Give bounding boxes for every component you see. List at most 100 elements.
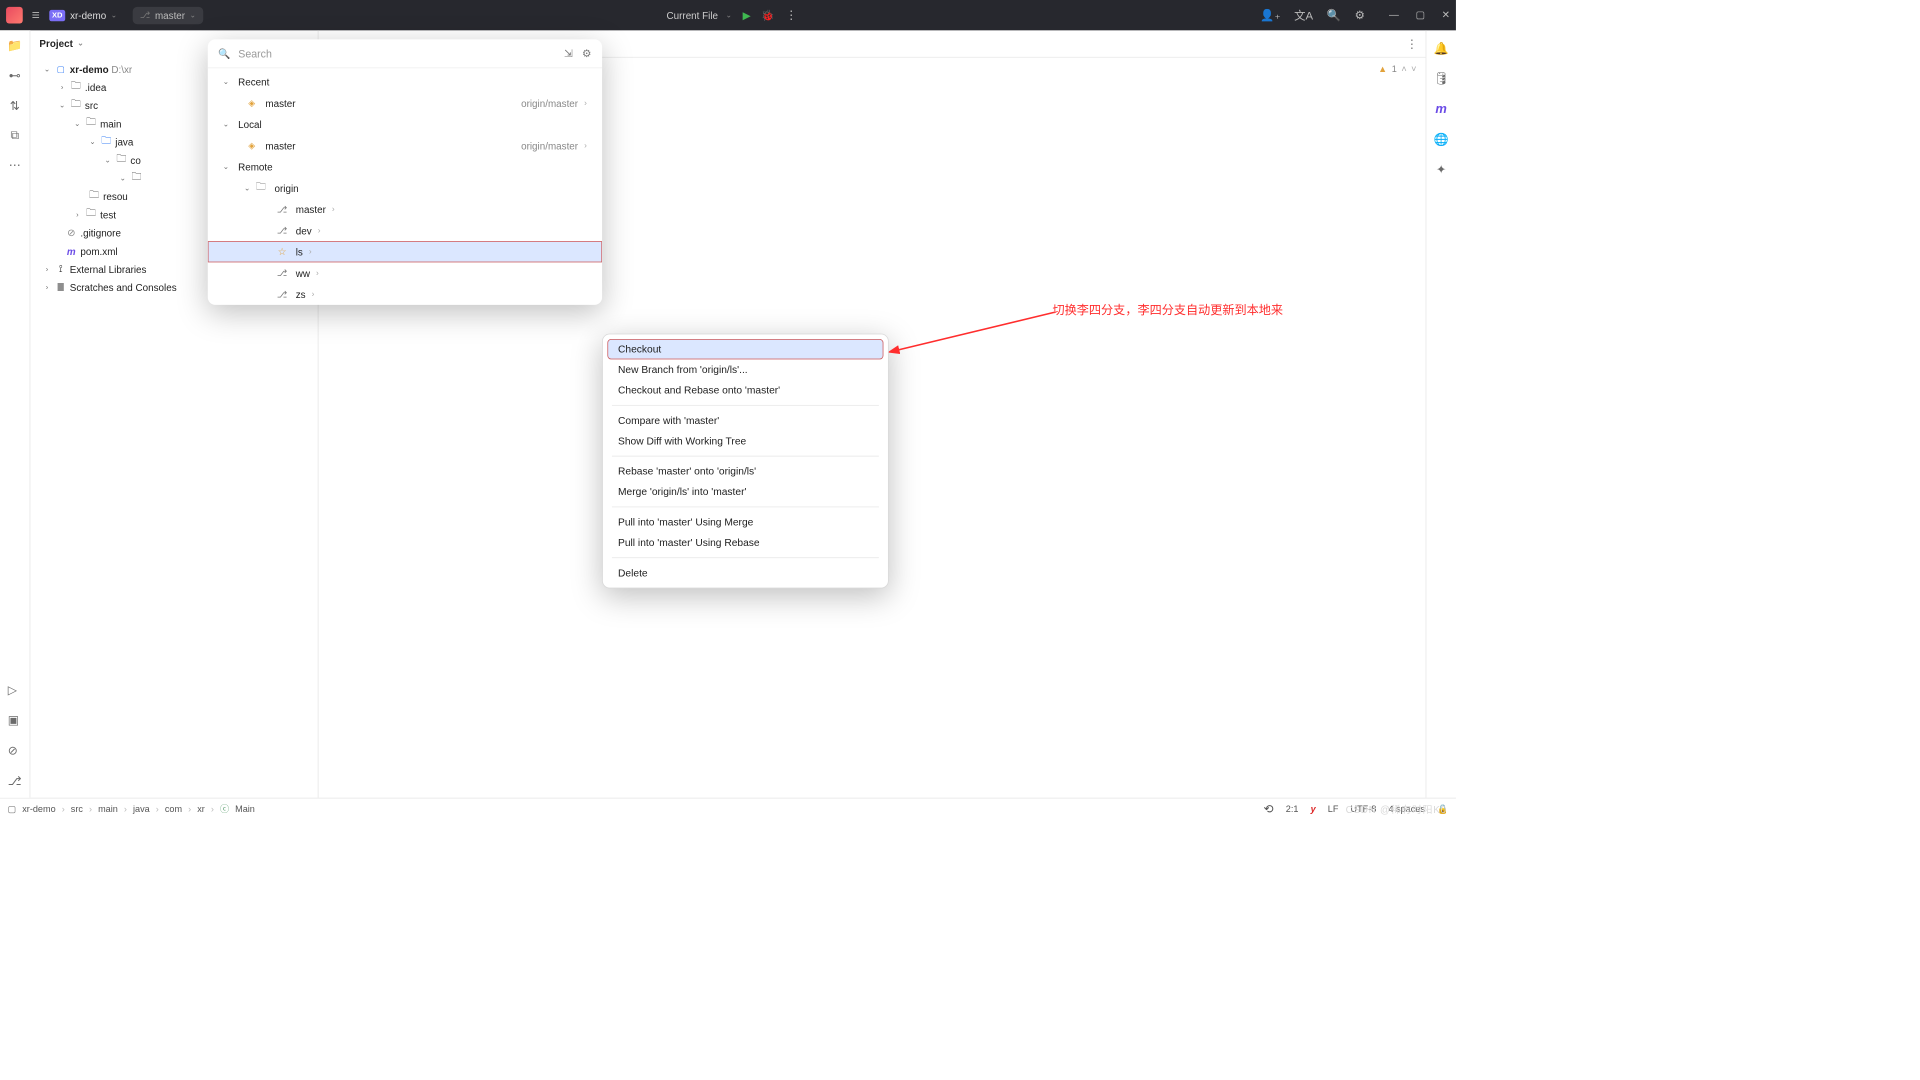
chevron-right-icon: › [332,205,335,214]
maven-tool-icon[interactable]: m [1435,102,1446,117]
branch-actions-menu: Checkout New Branch from 'origin/ls'... … [602,334,889,589]
main-menu-icon[interactable]: ≡ [32,7,40,23]
problems-tool-icon[interactable]: ⊘ [8,743,22,758]
search-icon[interactable]: 🔍 [1327,8,1341,22]
ai-assistant-icon[interactable]: ✦ [1436,162,1446,177]
menu-separator [612,557,879,558]
git-tool-icon[interactable]: ⎇ [8,773,22,788]
tab-more-icon[interactable]: ⋮ [1406,36,1418,51]
branches-search-input[interactable] [238,47,556,59]
branches-search: 🔍 ⇲ ⚙ [208,39,602,67]
menu-compare[interactable]: Compare with 'master' [607,410,883,430]
chevron-down-icon: ⌄ [77,39,83,47]
group-recent[interactable]: ⌄Recent [208,71,602,92]
code-with-me-icon[interactable]: 👤₊ [1260,8,1280,22]
pull-requests-icon[interactable]: ⇅ [10,99,20,114]
settings-icon[interactable]: ⚙ [582,47,592,60]
line-separator[interactable]: LF [1328,803,1339,814]
window-controls: — ▢ ✕ [1389,9,1450,21]
app-logo [6,7,23,24]
maximize-icon[interactable]: ▢ [1416,9,1425,21]
caret-position[interactable]: 2:1 [1286,803,1299,814]
branch-icon: ⎇ [276,204,288,215]
menu-separator [612,405,879,406]
branch-icon: ⎇ [276,225,288,236]
run-icon[interactable]: ▶ [743,9,751,22]
annotation-text: 切换李四分支，李四分支自动更新到本地来 [1053,300,1284,318]
status-sync-icon[interactable]: ⟲ [1263,801,1273,816]
menu-diff[interactable]: Show Diff with Working Tree [607,431,883,451]
settings-icon[interactable]: ⚙ [1355,8,1365,22]
branch-item-local-master[interactable]: ◈masterorigin/master› [208,135,602,156]
chevron-down-icon: ⌄ [190,11,196,19]
branch-item-origin-zs[interactable]: ⎇zs› [208,284,602,305]
tag-icon: ◈ [246,98,258,109]
topbar-left: ≡ XD xr-demo ⌄ ⎇ master ⌄ [6,6,204,23]
chevron-right-icon: › [584,99,587,108]
branch-name: master [155,9,185,20]
inspection-badge[interactable]: ▲1˄˅ [1378,61,1416,78]
notifications-icon[interactable]: 🔔 [1434,41,1449,56]
menu-checkout-rebase[interactable]: Checkout and Rebase onto 'master' [607,380,883,400]
chevron-up-icon[interactable]: ˄ [1401,61,1406,78]
more-tool-icon[interactable]: ⋯ [9,158,21,173]
breadcrumbs[interactable]: ▢ xr-demo› src› main› java› com› xr› ⓒ M… [8,802,255,815]
folder-icon: 🗀 [255,180,267,197]
run-config-label[interactable]: Current File [667,9,719,20]
project-view-title: Project [39,38,72,49]
menu-pull-merge[interactable]: Pull into 'master' Using Merge [607,512,883,532]
structure-tool-icon[interactable]: ⧉ [10,129,19,143]
database-icon[interactable]: 🛢 [1433,71,1448,86]
menu-checkout[interactable]: Checkout [607,339,883,359]
branch-selector[interactable]: ⎇ master ⌄ [132,6,203,23]
chevron-right-icon: › [312,290,315,299]
title-bar: ≡ XD xr-demo ⌄ ⎇ master ⌄ Current File ⌄… [0,0,1456,30]
tag-icon: ◈ [246,140,258,151]
branch-icon: ⎇ [276,268,288,279]
group-remote[interactable]: ⌄Remote [208,156,602,177]
chevron-right-icon: › [309,247,312,256]
status-unknown-icon[interactable]: y [1311,803,1316,814]
services-tool-icon[interactable]: ▷ [8,682,22,697]
menu-rebase[interactable]: Rebase 'master' onto 'origin/ls' [607,461,883,481]
fetch-icon[interactable]: ⇲ [564,47,573,60]
status-bar: ▢ xr-demo› src› main› java› com› xr› ⓒ M… [0,798,1456,819]
chevron-right-icon: › [584,141,587,150]
left-tool-rail: 📁 ⊷ ⇅ ⧉ ⋯ ▷ ▣ ⊘ ⎇ [0,30,30,797]
more-actions-icon[interactable]: ⋮ [785,8,797,23]
minimize-icon[interactable]: — [1389,9,1399,21]
branch-item-origin-master[interactable]: ⎇master› [208,199,602,220]
close-icon[interactable]: ✕ [1442,9,1450,21]
chevron-down-icon: ⌄ [111,11,117,19]
search-icon: 🔍 [218,47,230,59]
branch-item-origin-dev[interactable]: ⎇dev› [208,220,602,241]
topbar-right: 👤₊ 文A 🔍 ⚙ — ▢ ✕ [1260,7,1450,23]
translate-icon[interactable]: 文A [1294,7,1313,23]
star-icon: ☆ [276,246,288,258]
group-local[interactable]: ⌄Local [208,114,602,135]
menu-pull-rebase[interactable]: Pull into 'master' Using Rebase [607,532,883,552]
chevron-right-icon: › [316,268,319,277]
branch-item-origin-ls[interactable]: ☆ls› [208,241,602,262]
menu-merge[interactable]: Merge 'origin/ls' into 'master' [607,482,883,502]
branches-popup: 🔍 ⇲ ⚙ ⌄Recent ◈masterorigin/master› ⌄Loc… [208,39,602,304]
globe-icon[interactable]: 🌐 [1434,132,1449,147]
menu-new-branch[interactable]: New Branch from 'origin/ls'... [607,359,883,379]
branch-item-origin-ww[interactable]: ⎇ww› [208,262,602,283]
branch-icon: ⎇ [140,10,150,21]
watermark: CSDN @稀有时阳K0 [1346,802,1447,816]
terminal-tool-icon[interactable]: ▣ [8,713,22,728]
chevron-right-icon: › [318,226,321,235]
menu-delete[interactable]: Delete [607,563,883,583]
project-selector[interactable]: XD xr-demo ⌄ [49,9,117,20]
right-tool-rail: 🔔 🛢 m 🌐 ✦ [1426,30,1456,797]
project-tool-icon[interactable]: 📁 [7,38,22,53]
remote-origin[interactable]: ⌄🗀origin [208,177,602,198]
branch-icon: ⎇ [276,289,288,300]
chevron-down-icon[interactable]: ˅ [1411,61,1416,78]
commit-tool-icon[interactable]: ⊷ [9,68,21,83]
warning-icon: ▲ [1378,61,1387,78]
debug-icon[interactable]: 🐞 [761,9,774,22]
branch-item-recent-master[interactable]: ◈masterorigin/master› [208,93,602,114]
chevron-down-icon[interactable]: ⌄ [726,11,732,19]
